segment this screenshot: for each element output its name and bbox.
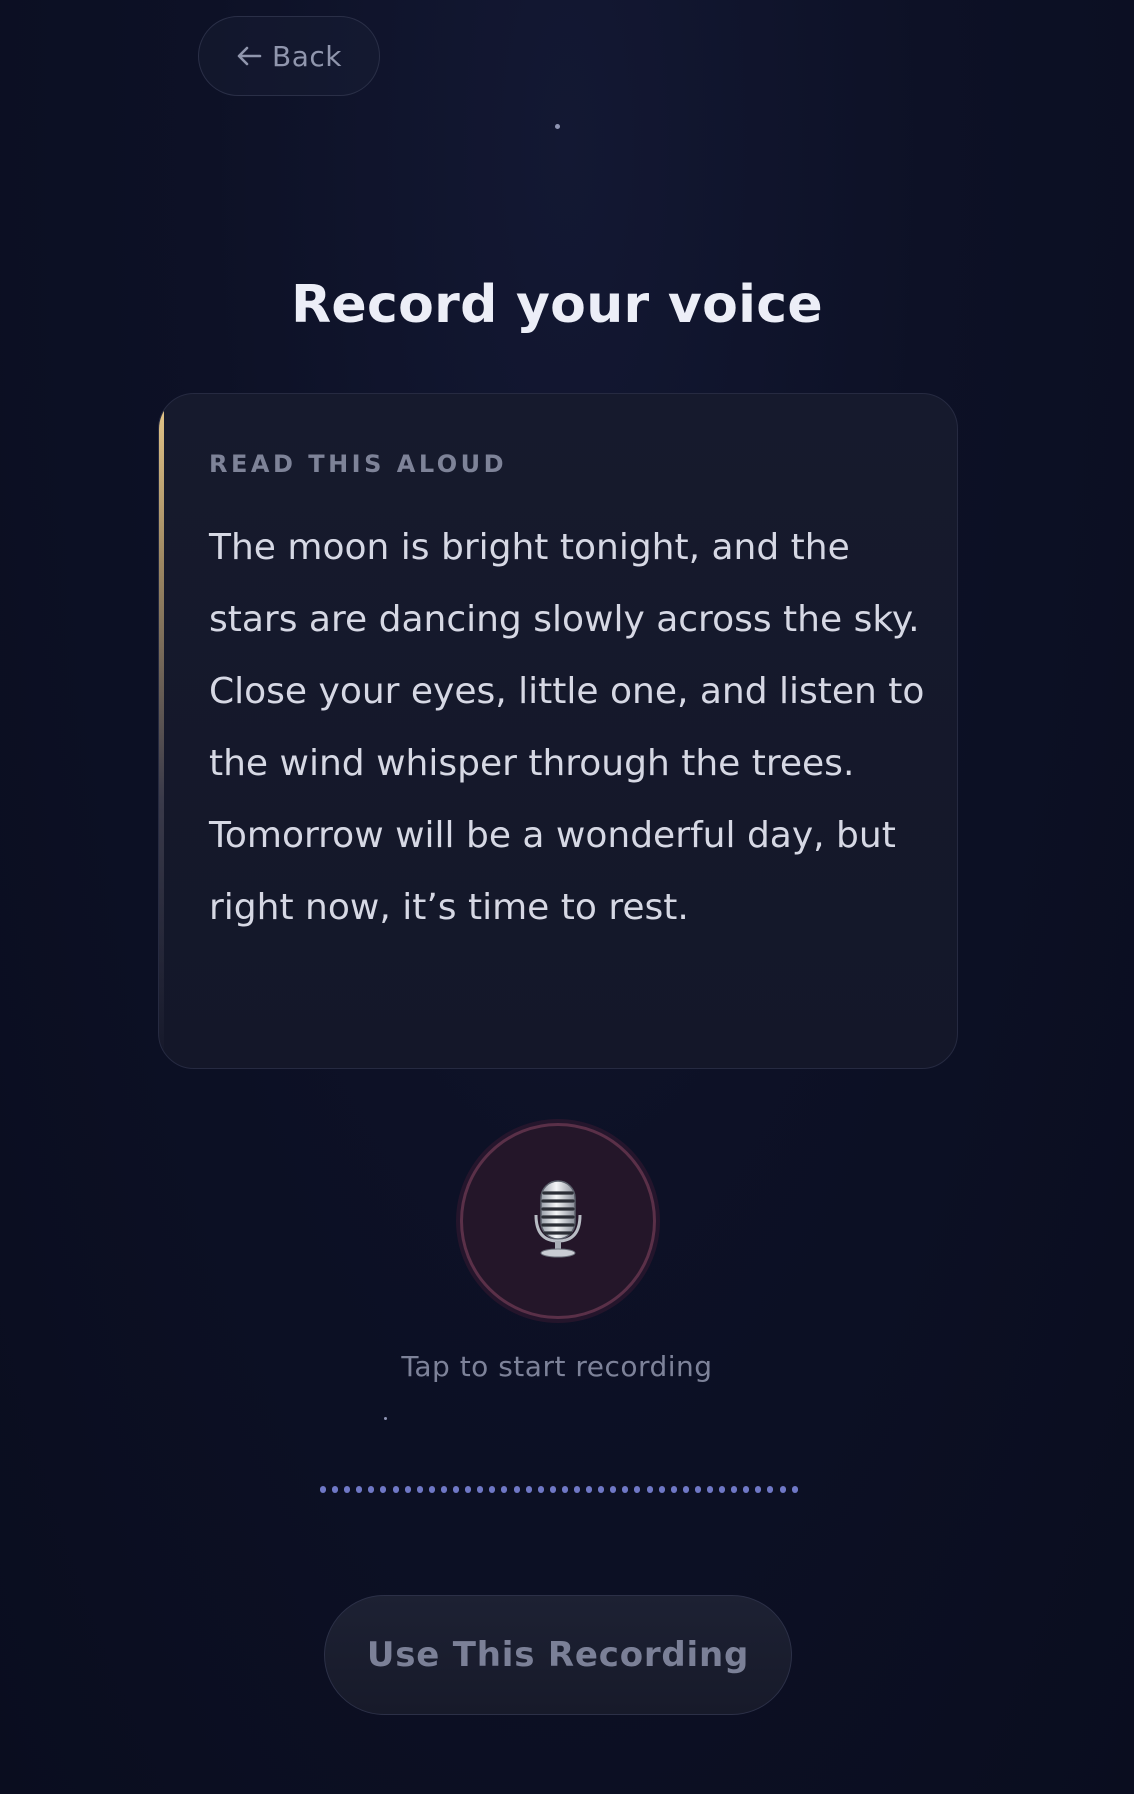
waveform-dot xyxy=(779,1485,786,1493)
arrow-left-icon xyxy=(236,45,262,67)
use-recording-button[interactable]: Use This Recording xyxy=(324,1595,792,1715)
star-decoration xyxy=(555,124,560,129)
waveform-dot xyxy=(489,1485,496,1493)
star-decoration xyxy=(384,1417,387,1420)
waveform-dot xyxy=(501,1485,508,1493)
waveform-dot xyxy=(610,1485,617,1493)
waveform-dot xyxy=(707,1485,713,1493)
waveform-dot xyxy=(416,1485,423,1493)
microphone-icon xyxy=(528,1179,588,1263)
waveform-dot xyxy=(573,1485,580,1493)
waveform-placeholder xyxy=(320,1485,798,1493)
waveform-dot xyxy=(767,1485,774,1493)
waveform-dot xyxy=(670,1485,677,1493)
waveform-dot xyxy=(356,1485,363,1493)
waveform-dot xyxy=(537,1485,544,1493)
waveform-dot xyxy=(658,1485,665,1493)
waveform-dot xyxy=(646,1485,653,1493)
waveform-dot xyxy=(404,1485,411,1493)
waveform-dot xyxy=(622,1485,629,1493)
waveform-dot xyxy=(477,1485,484,1493)
waveform-dot xyxy=(380,1485,387,1493)
script-text: The moon is bright tonight, and the star… xyxy=(209,527,925,928)
waveform-dot xyxy=(465,1485,472,1493)
waveform-dot xyxy=(694,1485,701,1493)
waveform-dot xyxy=(755,1485,762,1493)
waveform-dot xyxy=(598,1485,605,1493)
back-label: Back xyxy=(272,39,342,73)
card-label: READ THIS ALOUD xyxy=(209,450,508,478)
waveform-dot xyxy=(731,1485,738,1493)
waveform-dot xyxy=(549,1485,556,1493)
back-button[interactable]: Back xyxy=(198,16,380,96)
recording-hint: Tap to start recording xyxy=(401,1350,713,1383)
waveform-dot xyxy=(561,1485,568,1493)
script-card: READ THIS ALOUD The moon is bright tonig… xyxy=(158,393,958,1069)
waveform-dot xyxy=(513,1485,520,1493)
waveform-dot xyxy=(392,1485,399,1493)
record-button[interactable] xyxy=(460,1123,656,1319)
page-title: Record your voice xyxy=(291,275,823,335)
waveform-dot xyxy=(428,1485,435,1493)
waveform-dot xyxy=(791,1485,798,1493)
waveform-dot xyxy=(682,1485,689,1493)
card-accent-bar xyxy=(159,394,164,1068)
waveform-dot xyxy=(453,1485,460,1493)
waveform-dot xyxy=(332,1485,339,1493)
waveform-dot xyxy=(525,1485,532,1493)
waveform-dot xyxy=(320,1485,326,1493)
waveform-dot xyxy=(743,1485,750,1493)
waveform-dot xyxy=(344,1485,351,1493)
waveform-dot xyxy=(634,1485,641,1493)
waveform-dot xyxy=(586,1485,593,1493)
waveform-dot xyxy=(440,1485,447,1493)
waveform-dot xyxy=(719,1485,726,1493)
waveform-dot xyxy=(368,1485,375,1493)
